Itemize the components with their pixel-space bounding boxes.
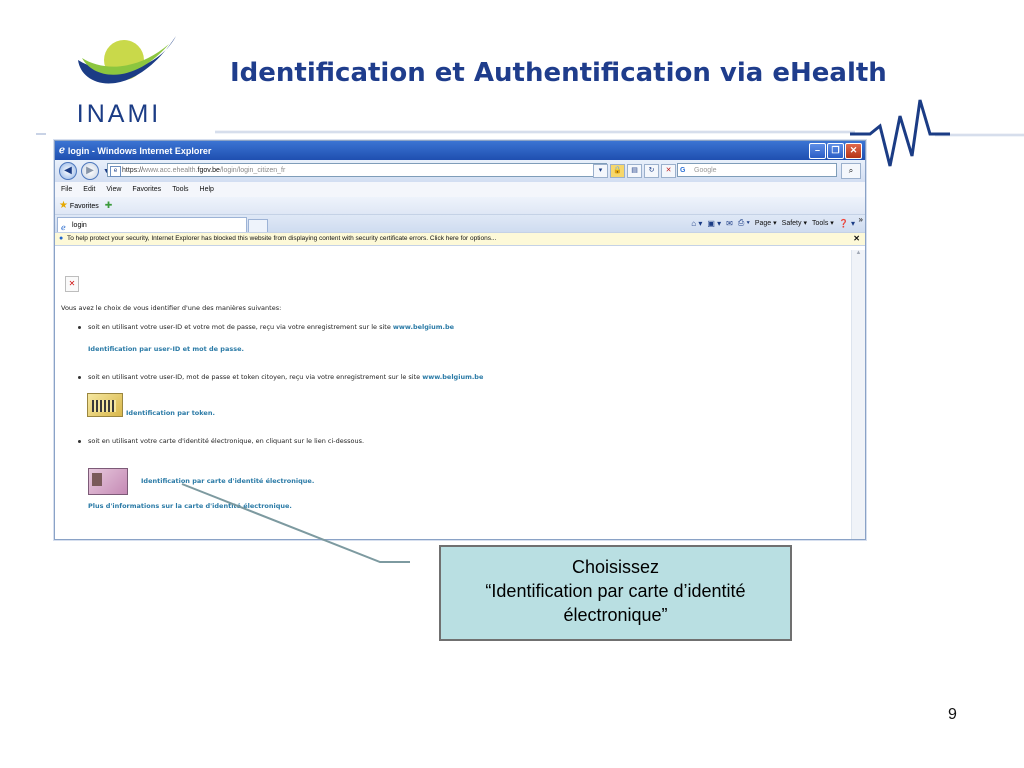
url-path: /login/login_citizen_fr xyxy=(219,167,286,174)
option1-site-link[interactable]: www.belgium.be xyxy=(393,323,454,331)
eid-login-link[interactable]: Identification par carte d'identité élec… xyxy=(141,477,314,485)
menu-tools[interactable]: Tools xyxy=(172,186,188,193)
more-info-link[interactable]: Plus d'informations sur la carte d'ident… xyxy=(88,502,292,510)
safety-menu[interactable]: Safety ▾ xyxy=(782,219,807,227)
divider-left xyxy=(36,133,46,135)
menu-help[interactable]: Help xyxy=(200,186,214,193)
add-favorite-icon[interactable]: ✚ xyxy=(105,200,113,211)
bullet xyxy=(78,376,81,379)
ie-icon: ℯ xyxy=(59,145,65,156)
address-icons: ▾ 🔒 ▤ ↻ ✕ xyxy=(593,164,676,178)
tools-menu[interactable]: Tools ▾ xyxy=(812,219,834,227)
inami-logo-mark xyxy=(78,36,176,84)
favorites-button[interactable]: ★ Favorites xyxy=(59,200,99,211)
menu-view[interactable]: View xyxy=(106,186,121,193)
scroll-up-icon[interactable]: ▲ xyxy=(852,250,865,261)
command-bar: ⌂ ▾ ▣ ▾ ✉ ⎙ ▾ Page ▾ Safety ▾ Tools ▾ ❓ … xyxy=(691,218,855,228)
address-bar[interactable]: e https://www.acc.ehealth.fgov.be/login/… xyxy=(107,163,607,177)
divider-top xyxy=(215,130,855,134)
feeds-icon[interactable]: ▣ ▾ xyxy=(707,219,721,228)
page-number: 9 xyxy=(948,706,957,723)
tab-login[interactable]: ℯ login xyxy=(57,217,247,232)
close-infobar-icon[interactable]: ✕ xyxy=(853,233,860,245)
home-icon[interactable]: ⌂ ▾ xyxy=(691,219,702,228)
lock-icon[interactable]: 🔒 xyxy=(610,164,625,178)
favorites-label: Favorites xyxy=(69,203,99,210)
mail-icon[interactable]: ✉ xyxy=(726,219,733,228)
google-icon: G xyxy=(680,167,686,174)
page-icon: e xyxy=(110,166,121,177)
broken-image-icon: ✕ xyxy=(65,276,79,292)
tab-label: login xyxy=(72,222,87,229)
option1-text: soit en utilisant votre user-ID et votre… xyxy=(88,323,455,331)
menu-favorites[interactable]: Favorites xyxy=(132,186,161,193)
security-infobar[interactable]: ● To help protect your security, Interne… xyxy=(55,232,865,246)
logo-text: INAMI xyxy=(76,100,162,128)
more-chevron-icon[interactable]: » xyxy=(859,215,863,224)
url-prefix: https:// xyxy=(122,167,144,174)
window-controls: – ❐ ✕ xyxy=(809,143,862,159)
address-dropdown-icon[interactable]: ▾ xyxy=(593,164,608,178)
back-button[interactable]: ◀ xyxy=(59,162,77,180)
eid-card-image[interactable] xyxy=(88,468,128,495)
callout-box: Choisissez “Identification par carte d’i… xyxy=(439,545,792,641)
url-subdomain: www.acc.ehealth. xyxy=(143,167,198,174)
stop-icon[interactable]: ✕ xyxy=(661,164,676,178)
vertical-scrollbar[interactable]: ▲ xyxy=(851,250,865,539)
refresh-icon[interactable]: ↻ xyxy=(644,164,659,178)
option2-text: soit en utilisant votre user-ID, mot de … xyxy=(88,373,484,381)
page-menu[interactable]: Page ▾ xyxy=(755,219,777,227)
favorites-bar: ★ Favorites ✚ xyxy=(55,197,865,215)
help-icon[interactable]: ❓ ▾ xyxy=(839,219,855,228)
shield-icon: ● xyxy=(59,235,64,242)
search-input[interactable]: G Google xyxy=(677,163,837,177)
maximize-button[interactable]: ❐ xyxy=(827,143,844,159)
infobar-text: To help protect your security, Internet … xyxy=(66,235,497,242)
token-image[interactable] xyxy=(87,393,123,417)
compatibility-icon[interactable]: ▤ xyxy=(627,164,642,178)
browser-window: ℯ login - Windows Internet Explorer – ❐ … xyxy=(54,140,866,540)
window-title: login - Windows Internet Explorer xyxy=(67,145,212,156)
inami-logo: INAMI xyxy=(64,30,194,130)
menu-file[interactable]: File xyxy=(61,186,72,193)
userid-login-link[interactable]: Identification par user-ID et mot de pas… xyxy=(88,345,244,353)
address-row: ◀ ▶ ▼ e https://www.acc.ehealth.fgov.be/… xyxy=(55,160,865,182)
option3-text: soit en utilisant votre carte d'identité… xyxy=(88,437,365,445)
option2-site-link[interactable]: www.belgium.be xyxy=(422,373,483,381)
menu-edit[interactable]: Edit xyxy=(83,186,95,193)
tab-row: ℯ login ⌂ ▾ ▣ ▾ ✉ ⎙ ▾ Page ▾ Safety ▾ To… xyxy=(55,215,865,233)
menu-bar: File Edit View Favorites Tools Help xyxy=(55,182,865,197)
bullet xyxy=(78,440,81,443)
callout-line-1: Choisissez xyxy=(571,557,660,577)
callout-line-2: “Identification par carte d’identité xyxy=(485,581,746,601)
page-content: ✕ Vous avez le choix de vous identifier … xyxy=(55,250,851,539)
search-placeholder: Google xyxy=(694,167,717,174)
print-icon[interactable]: ⎙ ▾ xyxy=(738,218,750,228)
callout-line-3: électronique” xyxy=(563,605,668,625)
url-domain: fgov.be xyxy=(197,167,220,174)
window-titlebar: ℯ login - Windows Internet Explorer – ❐ … xyxy=(55,141,865,160)
star-icon: ★ xyxy=(59,200,68,211)
intro-text: Vous avez le choix de vous identifier d'… xyxy=(61,304,282,312)
search-icon[interactable]: ⌕ xyxy=(841,163,861,179)
new-tab-button[interactable] xyxy=(248,219,268,233)
slide-title: Identification et Authentification via e… xyxy=(230,58,887,88)
token-login-link[interactable]: Identification par token. xyxy=(126,409,215,417)
minimize-button[interactable]: – xyxy=(809,143,826,159)
bullet xyxy=(78,326,81,329)
forward-button[interactable]: ▶ xyxy=(81,162,99,180)
close-window-button[interactable]: ✕ xyxy=(845,143,862,159)
